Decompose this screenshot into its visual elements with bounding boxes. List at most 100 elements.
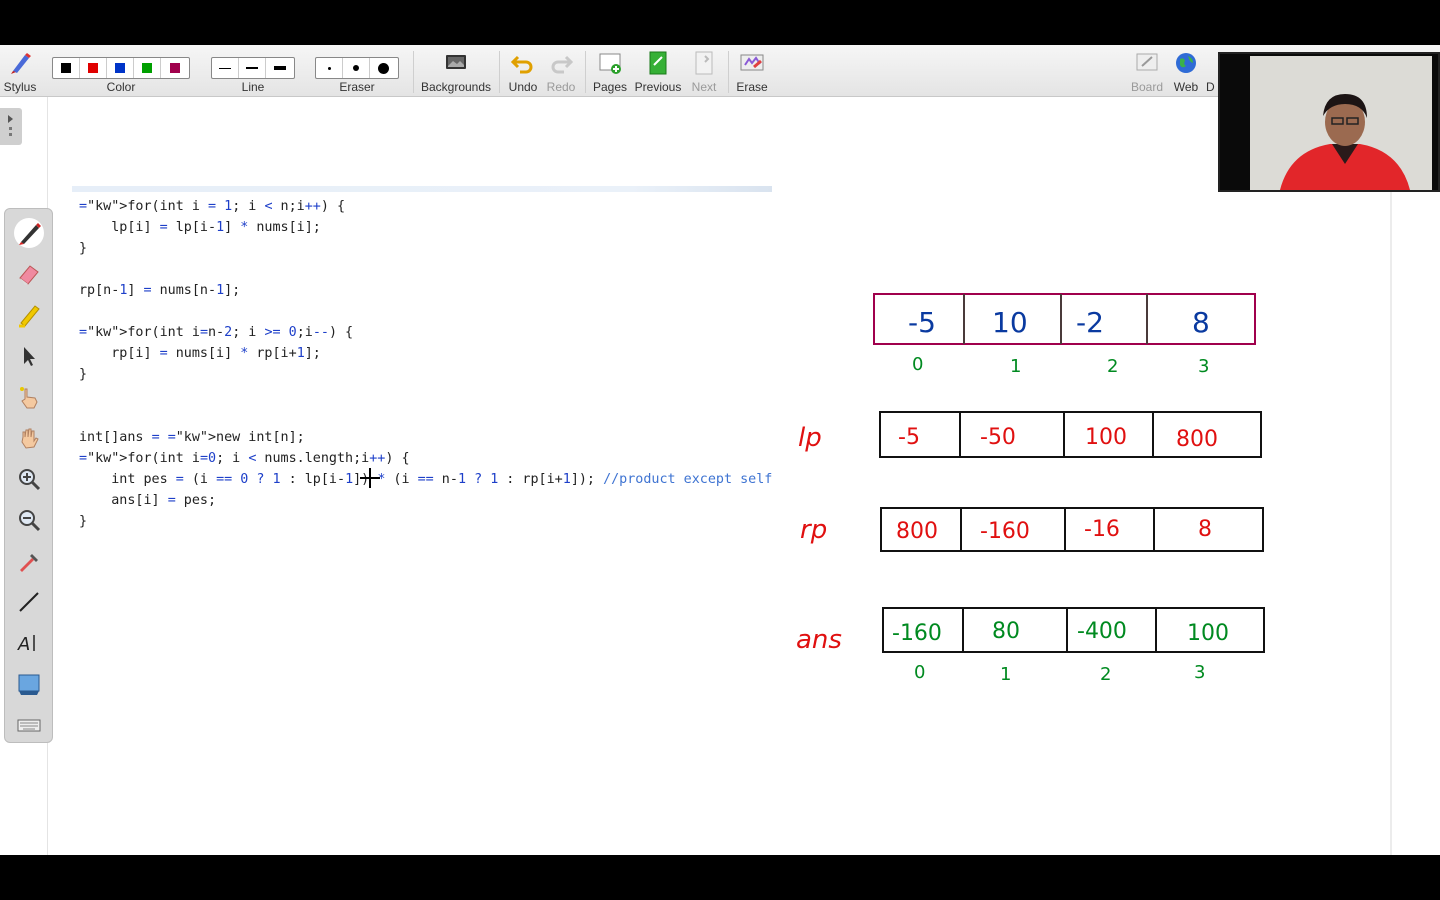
- line-medium-option[interactable]: [239, 58, 266, 78]
- nums-cell: 8: [1192, 306, 1210, 339]
- undo-button[interactable]: Undo: [505, 49, 541, 95]
- color-black-swatch[interactable]: [53, 58, 80, 78]
- lp-cell: -5: [898, 425, 920, 450]
- cursor-arrow-icon: [24, 347, 35, 366]
- color-red-swatch[interactable]: [80, 58, 107, 78]
- line-tool[interactable]: [14, 587, 44, 617]
- zoom-out-tool[interactable]: [14, 505, 44, 535]
- eraser-icon: [19, 265, 39, 285]
- ans-index: 1: [1000, 664, 1011, 685]
- keyboard-tool[interactable]: [14, 710, 44, 740]
- code-line: }: [79, 241, 88, 256]
- pen-tool[interactable]: [14, 218, 44, 248]
- lp-label: lp: [798, 423, 822, 453]
- redo-icon: [551, 55, 574, 74]
- text-icon: A: [17, 634, 35, 655]
- code-line: ans[i] = pes;: [79, 493, 217, 508]
- lp-array: lp -5 -50 100 800: [798, 411, 1262, 458]
- color-purple-swatch[interactable]: [161, 58, 188, 78]
- nums-index: 3: [1198, 356, 1209, 377]
- whiteboard-drawings: -5 10 -2 8 0 1 2 3 lp -5 -50 100 800 rp …: [796, 293, 1265, 685]
- select-tool[interactable]: [14, 341, 44, 371]
- color-green-swatch[interactable]: [134, 58, 161, 78]
- eyedropper-icon: [20, 554, 38, 572]
- nums-array: -5 10 -2 8 0 1 2 3: [873, 293, 1256, 377]
- blue-color: [115, 63, 125, 73]
- dot-medium-icon: [353, 65, 359, 71]
- ans-cell: 80: [992, 619, 1020, 644]
- toolbar-separator: [413, 51, 414, 93]
- code-line: ="kw">for(int i=0; i < nums.length;i++) …: [79, 451, 410, 466]
- rp-cell: 8: [1198, 517, 1212, 542]
- rp-cell: 800: [896, 519, 938, 544]
- keyboard-icon: [17, 719, 41, 732]
- rp-cell: -16: [1084, 517, 1120, 542]
- redo-button[interactable]: Redo: [543, 49, 579, 95]
- code-line: lp[i] = lp[i-1] * nums[i];: [79, 220, 321, 235]
- zoom-out-icon: [19, 510, 41, 532]
- rp-cell: -160: [980, 519, 1030, 544]
- pan-tool[interactable]: [14, 423, 44, 453]
- nums-cell: -5: [908, 306, 936, 339]
- toolbar-separator: [499, 51, 500, 93]
- zoom-in-tool[interactable]: [14, 464, 44, 494]
- color-blue-swatch[interactable]: [107, 58, 134, 78]
- eraser-tool[interactable]: [14, 259, 44, 289]
- code-line: ="kw">for(int i = 1; i < n;i++) {: [79, 199, 346, 214]
- pages-button[interactable]: Pages: [590, 49, 630, 95]
- code-snippet-header: [72, 186, 772, 192]
- color-picker: Color: [52, 49, 190, 95]
- next-page-icon: [695, 51, 713, 75]
- webcam-feed: [1250, 56, 1432, 190]
- board-button[interactable]: Board: [1128, 49, 1166, 95]
- right-margin: [1390, 97, 1440, 855]
- code-snippet: ="kw">for(int i = 1; i < n;i++) { lp[i] …: [72, 186, 772, 536]
- bottom-black-bar: [0, 855, 1440, 900]
- highlighter-tool[interactable]: [14, 300, 44, 330]
- pen-icon: [19, 223, 41, 245]
- webcam-video[interactable]: [1218, 52, 1440, 192]
- code-line: rp[n-1] = nums[n-1];: [79, 283, 241, 298]
- backgrounds-button[interactable]: Backgrounds: [420, 49, 492, 95]
- ans-cell: -160: [892, 621, 942, 646]
- globe-icon: [1176, 53, 1196, 73]
- ans-cell: -400: [1077, 619, 1127, 644]
- eraser-size-picker: Eraser: [315, 49, 399, 95]
- board-icon: [1136, 53, 1158, 71]
- top-black-bar: [0, 0, 1440, 45]
- panel-toggle-tab[interactable]: [0, 108, 22, 145]
- stylus-button[interactable]: Stylus: [0, 49, 40, 95]
- eraser-medium-option[interactable]: [343, 58, 370, 78]
- ans-index: 0: [914, 662, 925, 683]
- toolbar-separator: [585, 51, 586, 93]
- ans-label: ans: [796, 625, 842, 655]
- backgrounds-icon: [446, 55, 466, 69]
- stylus-icon: [11, 53, 31, 74]
- code-line: }: [79, 514, 88, 529]
- ans-index: 3: [1194, 662, 1205, 683]
- eraser-large-option[interactable]: [370, 58, 397, 78]
- erase-button[interactable]: Erase: [733, 49, 771, 95]
- highlighter-icon: [19, 305, 40, 328]
- purple-color: [169, 63, 180, 73]
- previous-page-icon: [649, 51, 667, 75]
- svg-text:A: A: [17, 634, 30, 655]
- pointer-tool[interactable]: [14, 382, 44, 412]
- eyedropper-tool[interactable]: [14, 546, 44, 576]
- previous-page-button[interactable]: Previous: [633, 49, 683, 95]
- web-button[interactable]: Web: [1168, 49, 1204, 95]
- text-tool[interactable]: A: [14, 628, 44, 658]
- line-thick-option[interactable]: [266, 58, 293, 78]
- line-thin-option[interactable]: [212, 58, 239, 78]
- nums-cell: 10: [992, 306, 1028, 339]
- lp-cell: 100: [1085, 425, 1127, 450]
- line-thin-icon: [219, 67, 231, 69]
- pointing-hand-icon: [20, 387, 38, 409]
- next-page-button[interactable]: Next: [686, 49, 722, 95]
- screen-capture-tool[interactable]: [14, 669, 44, 699]
- code-line: ="kw">for(int i=n-2; i >= 0;i--) {: [79, 325, 354, 340]
- eraser-small-option[interactable]: [316, 58, 343, 78]
